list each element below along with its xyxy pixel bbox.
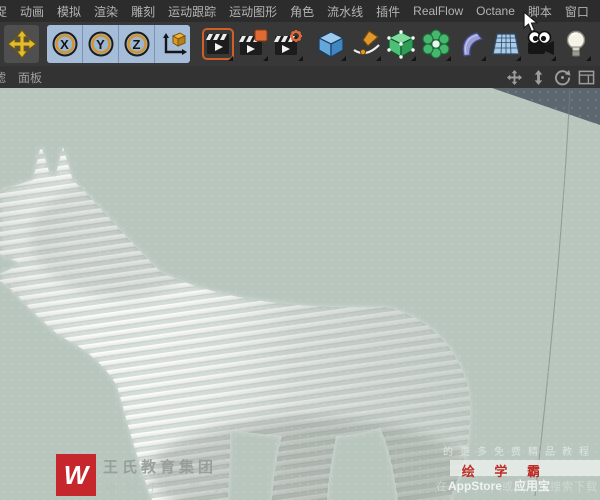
viewport-canvas[interactable]: W 王氏教育集团 （以人为本 始创于二零零二 的更多免费精品教程 绘 学 霸 在… <box>0 88 600 500</box>
subdivision-surface-icon <box>386 30 415 59</box>
horse-dim-overlay <box>0 145 470 500</box>
menu-item-realflow[interactable]: RealFlow <box>413 4 463 18</box>
menu-item-mograph[interactable]: 运动图形 <box>229 3 277 20</box>
viewport-layout-icon[interactable] <box>578 69 595 86</box>
viewport-menu-panel[interactable]: 面板 <box>18 69 42 86</box>
menu-bar: 捉 动画 模拟 渲染 雕刻 运动跟踪 运动图形 角色 流水线 插件 RealFl… <box>0 0 600 23</box>
floor-grid-icon <box>491 33 520 55</box>
menu-item-sculpt[interactable]: 雕刻 <box>131 3 155 20</box>
menu-item-motion-tracker[interactable]: 运动跟踪 <box>168 3 216 20</box>
bend-deformer-icon <box>462 32 483 57</box>
scene-3d <box>0 88 600 500</box>
lock-z-button[interactable]: Z <box>119 25 155 63</box>
menu-item-window[interactable]: 窗口 <box>565 3 589 20</box>
cube-icon <box>317 31 344 59</box>
viewport-rotate-icon[interactable] <box>554 69 571 86</box>
spline-pen-button[interactable] <box>348 25 383 63</box>
menu-item-script[interactable]: 脚本 <box>528 3 552 20</box>
lock-x-button[interactable]: X <box>47 25 83 63</box>
primitive-cube-button[interactable] <box>313 25 348 63</box>
render-settings-icon <box>273 30 302 55</box>
floor-button[interactable] <box>488 25 523 63</box>
render-view-icon <box>201 28 234 60</box>
menu-item-pipeline[interactable]: 流水线 <box>327 3 363 20</box>
menu-item-plugins[interactable]: 插件 <box>376 3 400 20</box>
cinema4d-window: 捉 动画 模拟 渲染 雕刻 运动跟踪 运动图形 角色 流水线 插件 RealFl… <box>0 0 600 500</box>
coordinate-system-icon <box>162 32 187 55</box>
volume-builder-icon <box>421 29 450 59</box>
render-picture-viewer-icon <box>238 29 267 55</box>
coordinate-system-button[interactable] <box>155 25 190 63</box>
pen-icon <box>352 30 380 56</box>
viewport-menu-filter[interactable]: 滤 <box>0 69 6 86</box>
horizon-background <box>492 88 600 125</box>
subdivision-surface-button[interactable] <box>383 25 418 63</box>
spline-line <box>534 89 571 497</box>
lock-y-button[interactable]: Y <box>83 25 119 63</box>
lock-x-icon <box>52 31 77 57</box>
viewport-dolly-icon[interactable] <box>530 69 547 86</box>
viewport-pan-icon[interactable] <box>506 69 523 86</box>
camera-icon <box>527 30 554 55</box>
render-view-button[interactable] <box>200 25 235 63</box>
bend-deformer-button[interactable] <box>453 25 488 63</box>
menu-item-capture[interactable]: 捉 <box>0 3 7 20</box>
toolbar: X Y Z <box>0 22 600 67</box>
volume-builder-button[interactable] <box>418 25 453 63</box>
viewport-nav-controls <box>506 69 595 86</box>
lock-z-icon <box>124 31 149 57</box>
light-bulb-icon <box>566 30 585 57</box>
horse-model <box>0 145 470 500</box>
menu-item-character[interactable]: 角色 <box>290 3 314 20</box>
menu-item-octane[interactable]: Octane <box>476 4 515 18</box>
menu-item-render[interactable]: 渲染 <box>94 3 118 20</box>
menu-item-simulate[interactable]: 模拟 <box>57 3 81 20</box>
axis-lock-group: X Y Z <box>47 25 190 63</box>
light-button[interactable] <box>558 25 593 63</box>
lock-y-icon <box>88 31 113 57</box>
menu-item-animate[interactable]: 动画 <box>20 3 44 20</box>
move-tool-button[interactable] <box>4 25 39 63</box>
render-settings-button[interactable] <box>270 25 305 63</box>
render-picture-viewer-button[interactable] <box>235 25 270 63</box>
camera-button[interactable] <box>523 25 558 63</box>
move-icon <box>6 29 37 59</box>
viewport-menu-bar: 滤 面板 <box>0 66 600 89</box>
